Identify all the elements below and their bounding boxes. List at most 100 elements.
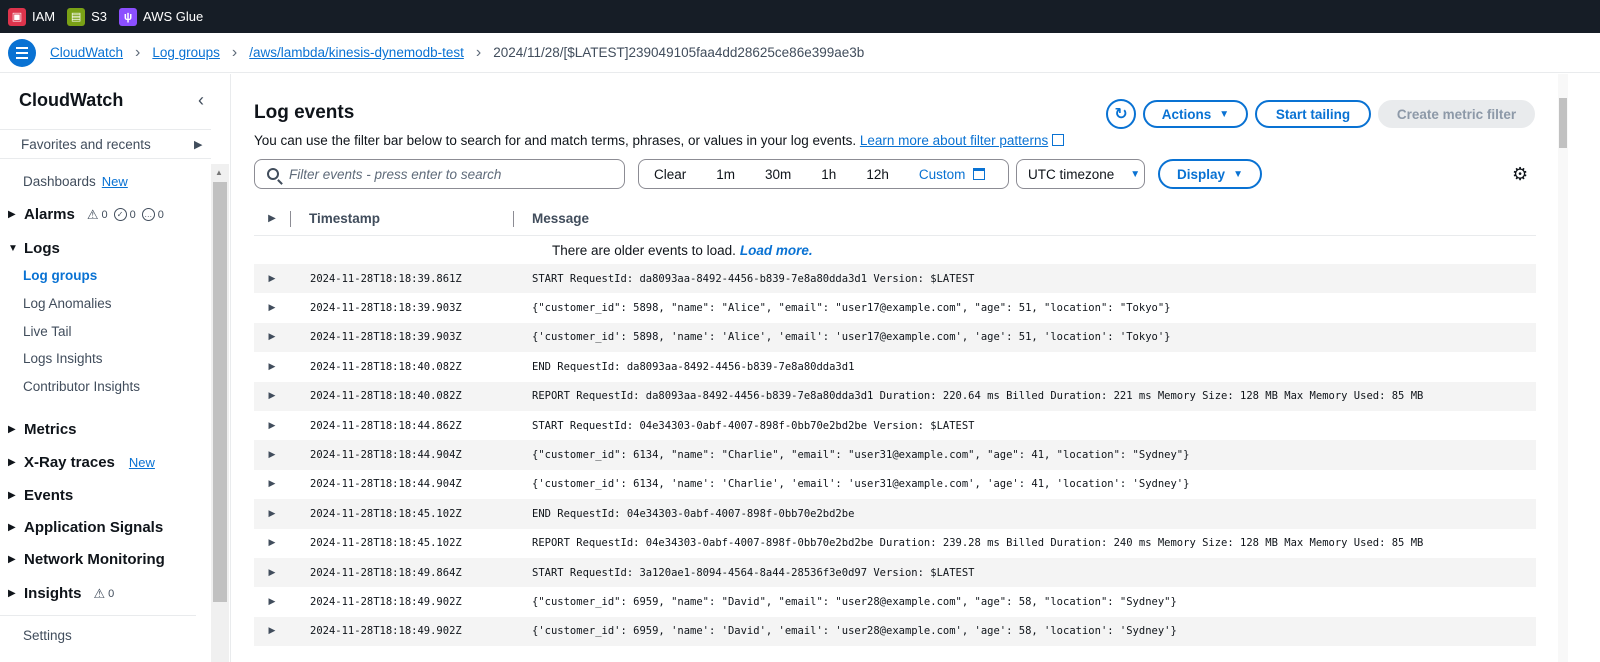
range-1h[interactable]: 1h: [806, 167, 851, 182]
expand-row-icon[interactable]: ▶: [254, 597, 290, 607]
sidebar-item-settings[interactable]: Settings: [23, 628, 72, 643]
sidebar-section-events[interactable]: ▶ Events: [8, 487, 73, 504]
column-timestamp[interactable]: Timestamp: [291, 211, 513, 226]
learn-more-link[interactable]: Learn more about filter patterns: [860, 133, 1048, 148]
sidebar-section-insights[interactable]: ▶ Insights ⚠ 0: [8, 585, 114, 602]
sidebar-item-contributor-insights[interactable]: Contributor Insights: [23, 379, 140, 394]
actions-button[interactable]: Actions ▼: [1143, 100, 1248, 128]
table-row[interactable]: ▶ 2024-11-28T18:18:39.903Z {'customer_id':…: [254, 322, 1536, 353]
service-label: IAM: [32, 9, 56, 24]
favorites-and-recents[interactable]: Favorites and recents ▶: [0, 129, 211, 159]
expand-row-icon[interactable]: ▶: [254, 538, 290, 548]
expand-row-icon[interactable]: ▶: [254, 332, 290, 342]
breadcrumb-log-groups[interactable]: Log groups: [152, 45, 220, 60]
expand-row-icon[interactable]: ▶: [254, 362, 290, 372]
sidebar-section-xray[interactable]: ▶ X-Ray traces New: [8, 454, 155, 471]
caret-right-icon: ▶: [8, 554, 16, 565]
chevron-right-icon: ›: [475, 43, 482, 61]
expand-row-icon[interactable]: ▶: [254, 274, 290, 284]
breadcrumb-log-group[interactable]: /aws/lambda/kinesis-dynemodb-test: [249, 45, 464, 60]
search-input[interactable]: [289, 166, 609, 182]
page-title: Log events: [254, 102, 355, 123]
expand-row-icon[interactable]: ▶: [254, 479, 290, 489]
row-timestamp: 2024-11-28T18:18:45.102Z: [310, 537, 462, 550]
table-row[interactable]: ▶ 2024-11-28T18:18:40.082Z REPORT RequestI…: [254, 381, 1536, 411]
table-row[interactable]: ▶ 2024-11-28T18:18:39.903Z {"customer_id":…: [254, 293, 1536, 322]
sidebar-section-application-signals[interactable]: ▶ Application Signals: [8, 519, 163, 536]
service-favorites-bar: ▣ IAM ▤ S3 ψ AWS Glue: [0, 0, 1600, 33]
caret-right-icon: ▶: [8, 588, 16, 599]
expand-row-icon[interactable]: ▶: [254, 626, 290, 636]
sidebar-scroll-thumb[interactable]: [213, 182, 227, 602]
range-1m[interactable]: 1m: [701, 167, 750, 182]
row-message: {'customer_id': 6959, 'name': 'David', '…: [532, 625, 1177, 638]
expand-row-icon[interactable]: ▶: [254, 568, 290, 578]
page-description: You can use the filter bar below to sear…: [254, 133, 1065, 148]
sidebar-item-dashboards[interactable]: Dashboards New: [23, 174, 128, 189]
table-row[interactable]: ▶ 2024-11-28T18:18:49.864Z START RequestId…: [254, 557, 1536, 588]
sidebar-section-metrics[interactable]: ▶ Metrics: [8, 421, 77, 438]
breadcrumb-cloudwatch[interactable]: CloudWatch: [50, 45, 123, 60]
row-timestamp: 2024-11-28T18:18:44.904Z: [310, 449, 462, 462]
sidebar-section-label: Alarms: [24, 206, 75, 223]
scroll-up-icon[interactable]: ▲: [215, 168, 223, 177]
expand-row-icon[interactable]: ▶: [254, 391, 290, 401]
range-clear[interactable]: Clear: [639, 167, 701, 182]
service-glue[interactable]: ψ AWS Glue: [119, 7, 203, 26]
filter-search: [254, 159, 625, 189]
table-row[interactable]: ▶ 2024-11-28T18:18:45.102Z END RequestId: …: [254, 499, 1536, 529]
range-custom[interactable]: Custom: [904, 167, 1001, 182]
table-row[interactable]: ▶ 2024-11-28T18:18:45.102Z REPORT RequestI…: [254, 529, 1536, 558]
table-row[interactable]: ▶ 2024-11-28T18:18:40.082Z END RequestId: …: [254, 352, 1536, 381]
service-s3[interactable]: ▤ S3: [67, 7, 107, 26]
menu-icon[interactable]: [8, 38, 36, 67]
row-timestamp: 2024-11-28T18:18:49.902Z: [310, 595, 462, 608]
expand-row-icon[interactable]: ▶: [254, 303, 290, 313]
new-badge[interactable]: New: [102, 174, 128, 189]
collapse-icon[interactable]: ‹: [198, 90, 204, 111]
alarm-counts: ⚠ 0 ✓ 0 … 0: [87, 207, 164, 223]
row-timestamp: 2024-11-28T18:18:39.861Z: [310, 272, 462, 285]
refresh-button[interactable]: ↻: [1106, 99, 1136, 129]
range-30m[interactable]: 30m: [750, 167, 806, 182]
table-row[interactable]: ▶ 2024-11-28T18:18:39.861Z START RequestId…: [254, 264, 1536, 294]
new-badge[interactable]: New: [129, 455, 155, 470]
caret-right-icon: ▶: [194, 138, 203, 151]
sidebar-section-label: X-Ray traces: [24, 454, 115, 471]
sidebar-item-live-tail[interactable]: Live Tail: [23, 324, 72, 339]
sidebar-item-log-groups[interactable]: Log groups: [23, 268, 97, 283]
check-circle-icon: ✓: [113, 208, 127, 221]
sidebar-scrollbar[interactable]: ▲: [211, 164, 229, 662]
sidebar-section-label: Events: [24, 487, 74, 504]
sidebar-item-label: Dashboards: [23, 174, 96, 189]
expand-all-icon[interactable]: ▶: [254, 213, 290, 224]
table-row[interactable]: ▶ 2024-11-28T18:18:44.904Z {"customer_id":…: [254, 440, 1536, 470]
sidebar-item-logs-insights[interactable]: Logs Insights: [23, 351, 103, 366]
expand-row-icon[interactable]: ▶: [254, 421, 290, 431]
range-12h[interactable]: 12h: [851, 167, 904, 182]
insights-count: ⚠ 0: [94, 586, 115, 602]
caret-right-icon: ▶: [8, 457, 16, 468]
load-more-link[interactable]: Load more.: [740, 243, 813, 258]
sidebar-section-logs[interactable]: ▼ Logs: [8, 240, 60, 257]
sidebar-item-log-anomalies[interactable]: Log Anomalies: [23, 296, 112, 311]
sidebar-section-alarms[interactable]: ▶ Alarms ⚠ 0 ✓ 0 … 0: [8, 206, 164, 223]
table-row[interactable]: ▶ 2024-11-28T18:18:49.902Z {'customer_id':…: [254, 616, 1536, 647]
page-scroll-thumb[interactable]: [1559, 98, 1567, 148]
page-scrollbar[interactable]: [1558, 74, 1568, 662]
table-row[interactable]: ▶ 2024-11-28T18:18:44.862Z START RequestId…: [254, 411, 1536, 440]
gear-icon[interactable]: ⚙: [1512, 164, 1528, 185]
timezone-select[interactable]: UTC timezone ▼: [1016, 159, 1145, 189]
service-iam[interactable]: ▣ IAM: [8, 7, 56, 26]
start-tailing-button[interactable]: Start tailing: [1255, 100, 1371, 128]
column-message[interactable]: Message: [514, 211, 589, 226]
table-row[interactable]: ▶ 2024-11-28T18:18:44.904Z {'customer_id':…: [254, 470, 1536, 499]
chevron-right-icon: ›: [135, 43, 141, 61]
expand-row-icon[interactable]: ▶: [254, 450, 290, 460]
breadcrumb: CloudWatch › Log groups › /aws/lambda/ki…: [0, 33, 1600, 73]
sidebar-section-network-monitoring[interactable]: ▶ Network Monitoring: [8, 551, 165, 568]
display-button[interactable]: Display ▼: [1158, 159, 1262, 189]
row-message: END RequestId: 04e34303-0abf-4007-898f-0…: [532, 507, 855, 520]
expand-row-icon[interactable]: ▶: [254, 509, 290, 519]
table-row[interactable]: ▶ 2024-11-28T18:18:49.902Z {"customer_id":…: [254, 587, 1536, 616]
